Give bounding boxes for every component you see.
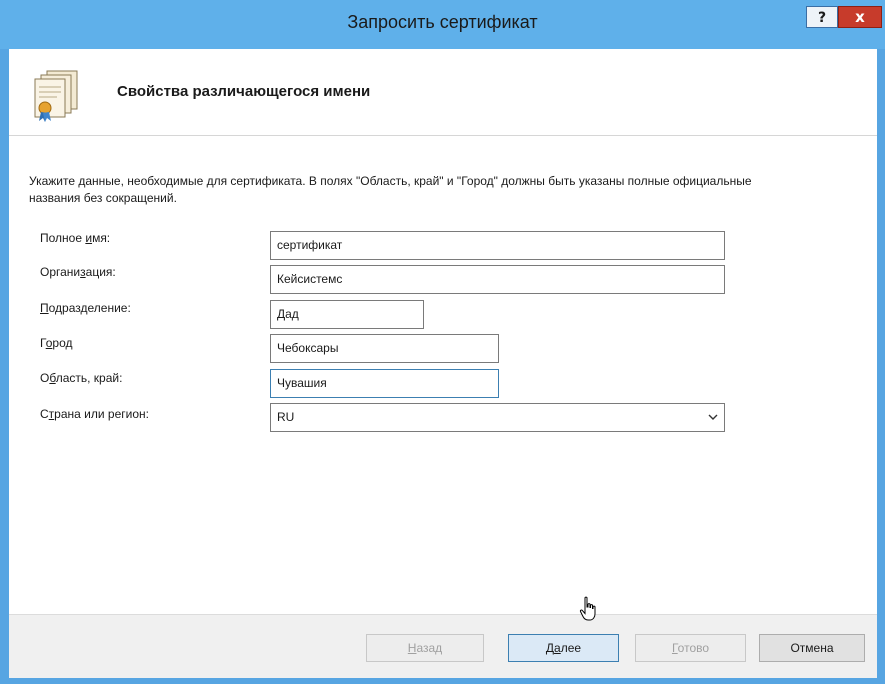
close-button[interactable]: x (838, 6, 882, 28)
dialog-window: Запросить сертификат ? x Свойства различ… (0, 0, 885, 684)
full-name-label: Полное имя: (40, 231, 111, 245)
chevron-down-icon (708, 414, 718, 420)
help-button[interactable]: ? (806, 6, 838, 28)
wizard-footer: Назад Далее Готово Отмена (9, 614, 877, 678)
header-title: Свойства различающегося имени (117, 83, 371, 100)
organization-input[interactable]: Кейсистемс (270, 265, 725, 294)
dialog-body: Свойства различающегося имени Укажите да… (9, 49, 877, 678)
full-name-input[interactable]: сертификат (270, 231, 725, 260)
department-input[interactable]: Дад (270, 300, 424, 329)
back-button[interactable]: Назад (366, 634, 484, 662)
department-label: Подразделение: (40, 301, 131, 315)
finish-button[interactable]: Готово (635, 634, 746, 662)
region-input[interactable]: Чувашия (270, 369, 499, 398)
wizard-header: Свойства различающегося имени (9, 49, 877, 136)
cancel-button[interactable]: Отмена (759, 634, 865, 662)
mouse-cursor-icon (579, 596, 596, 621)
window-title: Запросить сертификат (347, 12, 538, 32)
country-select[interactable]: RU (270, 403, 725, 432)
city-label: Город (40, 336, 73, 350)
city-input[interactable]: Чебоксары (270, 334, 499, 363)
region-label: Область, край: (40, 371, 123, 385)
country-select-value: RU (277, 410, 295, 424)
country-label: Страна или регион: (40, 407, 149, 421)
instructions-text: Укажите данные, необходимые для сертифик… (29, 174, 752, 205)
next-button[interactable]: Далее (508, 634, 619, 662)
title-bar[interactable]: Запросить сертификат ? x (0, 0, 885, 49)
certificate-stack-icon (34, 70, 78, 122)
organization-label: Организация: (40, 265, 116, 279)
